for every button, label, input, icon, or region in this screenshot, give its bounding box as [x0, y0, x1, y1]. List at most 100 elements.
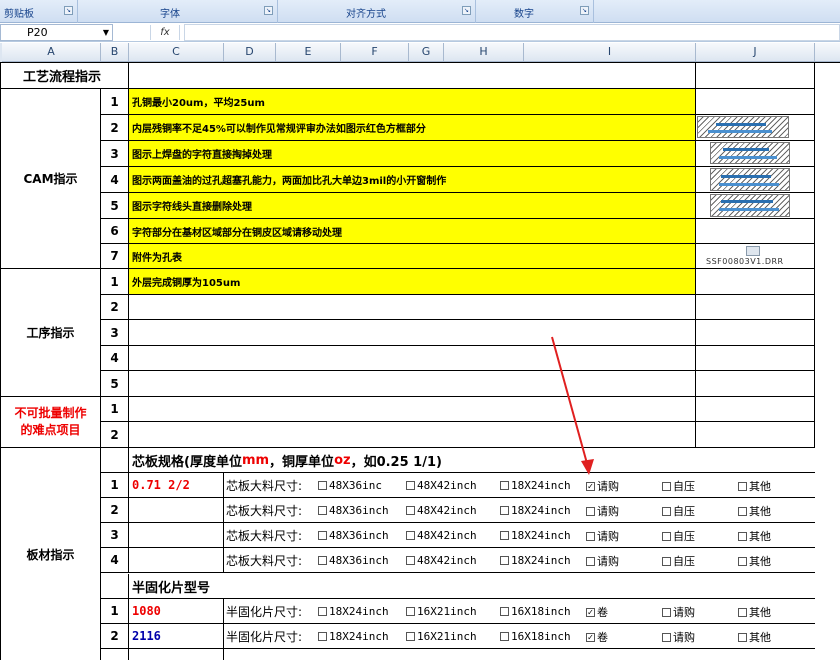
checkbox[interactable] — [738, 608, 747, 617]
checkbox[interactable] — [738, 482, 747, 491]
blank-cell[interactable] — [696, 219, 815, 244]
row-number[interactable]: 2 — [101, 295, 129, 320]
size-option[interactable]: 自压 — [656, 503, 695, 519]
row-number[interactable]: 7 — [101, 244, 129, 269]
blank-cell[interactable] — [696, 346, 815, 371]
checkbox[interactable] — [662, 482, 671, 491]
checkbox[interactable]: ✓ — [586, 482, 595, 491]
process-instruction[interactable] — [129, 346, 696, 371]
size-option[interactable]: 其他 — [732, 528, 771, 544]
size-option[interactable]: 请购 — [580, 528, 619, 544]
checkbox[interactable] — [500, 506, 509, 515]
process-instruction[interactable] — [129, 320, 696, 346]
column-header-b[interactable]: B — [101, 43, 129, 62]
process-instruction[interactable]: 外层完成铜厚为105um — [129, 269, 696, 295]
cam-thumbnail-image[interactable] — [710, 194, 790, 217]
attachment-file-icon[interactable] — [746, 246, 760, 256]
checkbox[interactable] — [406, 632, 415, 641]
blank-cell[interactable] — [101, 574, 129, 599]
row-number[interactable]: 3 — [101, 141, 129, 167]
size-option[interactable]: 48X36inch — [312, 528, 389, 542]
row-number[interactable]: 1 — [101, 89, 129, 115]
core-spec-header[interactable]: 芯板规格(厚度单位 mm ，铜厚单位 oz ，如0.25 1/1) — [129, 448, 815, 473]
column-header-d[interactable]: D — [224, 43, 276, 62]
core-spec-value[interactable]: 0.71 2/2 — [129, 473, 224, 498]
checkbox[interactable] — [318, 531, 327, 540]
checkbox[interactable] — [586, 507, 595, 516]
checkbox[interactable] — [318, 506, 327, 515]
prepreg-spec-value[interactable]: 1080 — [129, 599, 224, 624]
cam-thumbnail-image[interactable] — [710, 142, 790, 164]
process-section-label[interactable]: 工序指示 — [0, 269, 101, 397]
blank-cell[interactable] — [696, 269, 815, 295]
row-number[interactable]: 1 — [101, 599, 129, 624]
column-k-area[interactable] — [815, 63, 840, 660]
blank-cell[interactable] — [696, 371, 815, 397]
cam-instruction[interactable]: 附件为孔表 — [129, 244, 696, 269]
size-option[interactable]: 自压 — [656, 553, 695, 569]
column-header-h[interactable]: H — [444, 43, 524, 62]
size-option[interactable]: 48X42inch — [400, 528, 477, 542]
checkbox[interactable] — [662, 532, 671, 541]
checkbox[interactable] — [662, 507, 671, 516]
row-number[interactable]: 1 — [101, 269, 129, 295]
title-blank-cell[interactable] — [129, 63, 696, 89]
section-title[interactable]: 工艺流程指示 — [0, 63, 129, 89]
cam-instruction[interactable]: 图示上焊盘的字符直接掏掉处理 — [129, 141, 696, 167]
size-option[interactable]: 18X24inch — [494, 553, 571, 567]
checkbox[interactable] — [318, 481, 327, 490]
blank-cell[interactable] — [129, 422, 696, 448]
size-option[interactable]: 18X24inch — [312, 604, 389, 618]
size-option[interactable]: 16X18inch — [494, 629, 571, 643]
row-number[interactable]: 5 — [101, 193, 129, 219]
checkbox[interactable] — [406, 607, 415, 616]
blank-cell[interactable] — [696, 397, 815, 422]
row-number[interactable]: 2 — [101, 422, 129, 448]
size-option[interactable]: ✓ 卷 — [580, 604, 608, 620]
size-option[interactable]: 48X42inch — [400, 553, 477, 567]
cam-instruction[interactable]: 字符部分在基材区域部分在铜皮区域请移动处理 — [129, 219, 696, 244]
checkbox[interactable] — [318, 607, 327, 616]
cam-instruction[interactable]: 图示两面盖油的过孔超塞孔能力，两面加比孔大单边3mil的小开窗制作 — [129, 167, 696, 193]
size-option[interactable]: 自压 — [656, 528, 695, 544]
cam-thumbnail-image[interactable] — [710, 168, 790, 191]
blank-cell[interactable] — [101, 649, 129, 660]
cam-instruction[interactable]: 内层残铜率不足45%可以制作见常规评审办法如图示红色方框部分 — [129, 115, 696, 141]
checkbox[interactable] — [738, 507, 747, 516]
insert-function-icon[interactable]: fx — [150, 25, 180, 40]
checkbox[interactable] — [318, 632, 327, 641]
size-option[interactable]: 其他 — [732, 478, 771, 494]
blank-cell[interactable] — [224, 649, 815, 660]
core-spec-value[interactable] — [129, 498, 224, 523]
row-number[interactable]: 5 — [101, 371, 129, 397]
formula-input[interactable] — [184, 24, 840, 41]
column-header-f[interactable]: F — [341, 43, 409, 62]
name-box[interactable]: P20 ▼ — [0, 24, 113, 41]
size-option[interactable]: 请购 — [656, 604, 695, 620]
size-option[interactable]: 18X24inch — [494, 503, 571, 517]
checkbox[interactable]: ✓ — [586, 608, 595, 617]
row-number[interactable]: 3 — [101, 523, 129, 548]
checkbox[interactable] — [662, 608, 671, 617]
material-section-label[interactable]: 板材指示 — [0, 448, 101, 660]
cam-section-label[interactable]: CAM指示 — [0, 89, 101, 269]
size-option[interactable]: 其他 — [732, 553, 771, 569]
core-spec-value[interactable] — [129, 548, 224, 573]
checkbox[interactable] — [500, 607, 509, 616]
row-number[interactable]: 6 — [101, 219, 129, 244]
checkbox[interactable] — [406, 481, 415, 490]
size-option[interactable]: 请购 — [580, 503, 619, 519]
size-option[interactable]: 16X18inch — [494, 604, 571, 618]
checkbox[interactable] — [662, 633, 671, 642]
row-number[interactable]: 2 — [101, 624, 129, 649]
column-header-g[interactable]: G — [409, 43, 444, 62]
size-option[interactable]: 48X36inch — [312, 553, 389, 567]
size-option[interactable]: 其他 — [732, 503, 771, 519]
blank-cell[interactable] — [696, 295, 815, 320]
size-option[interactable]: 请购 — [580, 553, 619, 569]
dialog-launcher-icon[interactable]: ↘ — [264, 6, 273, 15]
title-blank-cell[interactable] — [696, 63, 815, 89]
core-spec-value[interactable] — [129, 523, 224, 548]
difficult-items-label[interactable]: 不可批量制作 的难点项目 — [0, 397, 101, 448]
checkbox[interactable] — [406, 531, 415, 540]
